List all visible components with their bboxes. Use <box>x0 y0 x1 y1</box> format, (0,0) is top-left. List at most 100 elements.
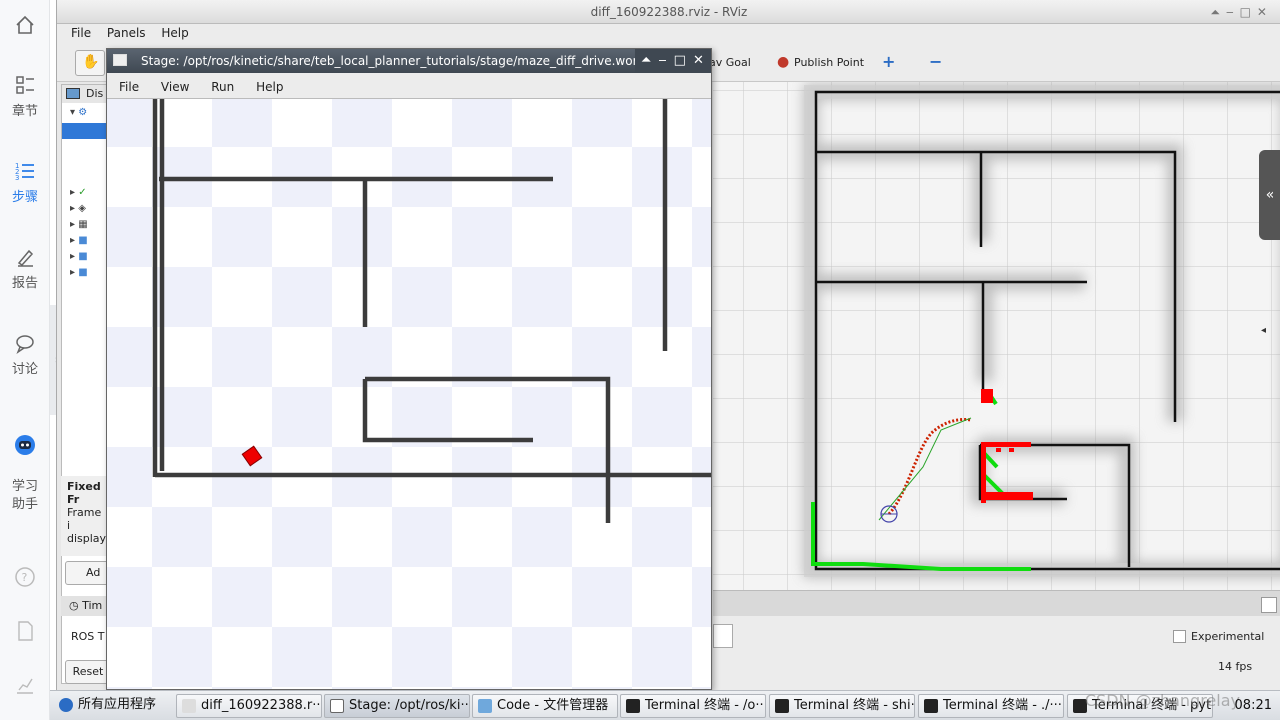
add-display-button[interactable]: Ad <box>65 561 111 585</box>
views-panel-expand[interactable]: « <box>1259 150 1280 240</box>
folder-icon: ■ <box>78 251 88 262</box>
robot-icon <box>15 435 35 455</box>
description-title: Fixed Fr <box>67 480 101 506</box>
task-terminal-3[interactable]: Terminal 终端 - ./··· <box>918 694 1064 718</box>
help-button[interactable]: ? <box>0 566 50 592</box>
remove-tool-icon[interactable]: − <box>929 52 942 71</box>
home-button[interactable] <box>0 14 50 40</box>
task-label: Code - 文件管理器 <box>497 698 609 713</box>
tree-row-folder-2[interactable]: ▸ ■ <box>70 251 110 265</box>
menu-file[interactable]: File <box>65 24 97 42</box>
property-description: Fixed Fr Frame i displaye <box>61 476 113 556</box>
publish-point-tool[interactable]: Publish Point <box>794 56 864 69</box>
chart-icon <box>17 678 33 694</box>
stage-world <box>107 99 711 689</box>
start-menu-button[interactable]: 所有应用程序 <box>54 694 172 718</box>
taskbar: 所有应用程序 diff_160922388.r··· Stage: /opt/r… <box>50 690 1280 720</box>
stage-menu-file[interactable]: File <box>113 78 145 96</box>
stage-menu-help[interactable]: Help <box>250 78 289 96</box>
help-icon: ? <box>15 567 35 587</box>
stage-simulation-canvas[interactable] <box>107 99 711 689</box>
window-controls[interactable]: ⏶‒□✕ <box>1210 0 1273 24</box>
document-button[interactable] <box>0 620 50 646</box>
experimental-label: Experimental <box>1191 630 1265 643</box>
folder-icon <box>478 699 492 713</box>
add-tool-icon[interactable]: + <box>882 52 895 71</box>
window-menu-icon[interactable] <box>113 54 127 66</box>
tree-row-folder-1[interactable]: ▸ ■ <box>70 235 110 249</box>
time-input-field[interactable] <box>713 624 733 648</box>
sidebar-item-label: 学习 助手 <box>11 479 38 512</box>
map-pin-icon: ● <box>777 54 790 70</box>
terminal-icon <box>775 699 789 713</box>
sidebar-item-report[interactable]: 报告 <box>0 246 50 291</box>
double-chevron-left-icon: « <box>1265 187 1275 203</box>
time-panel-body: Experimental 14 fps <box>713 616 1280 692</box>
stage-menubar: File View Run Help <box>107 73 711 99</box>
displays-panel: Dis ▾ ⚙ ▸ ✓ ▸ ◈ ▸ ▦ ▸ ■ ▸ ■ ▸ ■ <box>61 84 112 684</box>
stage-window: Stage: /opt/ros/kinetic/share/teb_local_… <box>106 48 712 690</box>
map-render <box>713 82 1280 590</box>
description-line-1: Frame i <box>67 506 102 532</box>
stage-window-title: Stage: /opt/ros/kinetic/share/teb_local_… <box>141 54 641 68</box>
rviz-3d-viewport[interactable] <box>713 82 1280 590</box>
stage-window-controls[interactable]: ⏶‒□✕ <box>635 49 711 73</box>
tree-row-folder-3[interactable]: ▸ ■ <box>70 267 110 281</box>
expand-arrow-icon: ▾ <box>70 107 76 118</box>
task-file-manager[interactable]: Code - 文件管理器 <box>472 694 618 718</box>
sidebar-item-steps[interactable]: 123 步骤 <box>0 160 50 205</box>
expand-arrow-icon: ▸ <box>70 219 76 230</box>
stage-menu-view[interactable]: View <box>155 78 195 96</box>
sidebar-item-label: 讨论 <box>11 362 38 377</box>
tree-row-grid[interactable]: ▸ ◈ <box>70 203 110 217</box>
interact-tool-button[interactable]: ✋ <box>75 50 105 76</box>
checkbox-square[interactable] <box>1261 597 1277 613</box>
stage-title-bar[interactable]: Stage: /opt/ros/kinetic/share/teb_local_… <box>107 49 711 73</box>
folder-icon: ■ <box>78 267 88 278</box>
sidebar-item-chapters[interactable]: 章节 <box>0 74 50 119</box>
stage-menu-run[interactable]: Run <box>205 78 240 96</box>
panel-arrow-icon[interactable]: ◂ <box>1261 325 1277 345</box>
rviz-app-icon <box>182 699 196 713</box>
task-terminal-1[interactable]: Terminal 终端 - /o··· <box>620 694 766 718</box>
task-stage[interactable]: Stage: /opt/ros/ki··· <box>324 694 470 718</box>
tree-row-map[interactable]: ▸ ▦ <box>70 219 110 233</box>
expand-arrow-icon: ▸ <box>70 267 76 278</box>
sidebar-item-assistant[interactable]: 学习 助手 <box>0 416 50 514</box>
sidebar-item-discussion[interactable]: 讨论 <box>0 332 50 377</box>
ros-time-label: ROS T <box>71 630 105 643</box>
tree-row-selected[interactable] <box>62 123 112 139</box>
grid-icon: ◈ <box>78 203 86 214</box>
reset-button[interactable]: Reset <box>65 660 111 684</box>
viewport-bottom-strip <box>713 590 1280 616</box>
hand-icon: ✋ <box>82 54 100 70</box>
nav-goal-tool[interactable]: av Goal <box>709 56 751 69</box>
window-icon <box>330 699 344 713</box>
experimental-checkbox[interactable] <box>1173 630 1186 643</box>
tree-row-global-options[interactable]: ▾ ⚙ <box>70 107 110 121</box>
gear-icon: ⚙ <box>78 107 88 118</box>
start-menu-label: 所有应用程序 <box>78 697 157 712</box>
learning-sidebar: 章节 123 步骤 报告 讨论 学习 助手 ? <box>0 0 50 720</box>
map-icon: ▦ <box>78 219 88 230</box>
expand-arrow-icon: ▸ <box>70 251 76 262</box>
task-rviz[interactable]: diff_160922388.r··· <box>176 694 322 718</box>
menu-panels[interactable]: Panels <box>101 24 152 42</box>
task-terminal-2[interactable]: Terminal 终端 - shi··· <box>769 694 915 718</box>
displays-title: Dis <box>86 87 104 100</box>
expand-arrow-icon: ▸ <box>70 203 76 214</box>
app-menu-icon <box>59 698 73 712</box>
tree-row-status[interactable]: ▸ ✓ <box>70 187 110 201</box>
menu-help[interactable]: Help <box>155 24 194 42</box>
sidebar-item-label: 章节 <box>11 104 38 119</box>
steps-icon: 123 <box>15 162 34 182</box>
list-icon <box>16 76 34 94</box>
svg-text:?: ? <box>22 571 28 584</box>
window-title: diff_160922388.rviz - RViz <box>590 5 748 19</box>
rviz-title-bar[interactable]: diff_160922388.rviz - RViz ⏶‒□✕ <box>57 0 1280 24</box>
task-label: Terminal 终端 - /o··· <box>645 698 766 713</box>
checkmark-icon: ✓ <box>78 187 87 198</box>
terminal-icon <box>924 699 938 713</box>
expand-arrow-icon: ▸ <box>70 187 76 198</box>
chart-button[interactable] <box>0 674 50 700</box>
